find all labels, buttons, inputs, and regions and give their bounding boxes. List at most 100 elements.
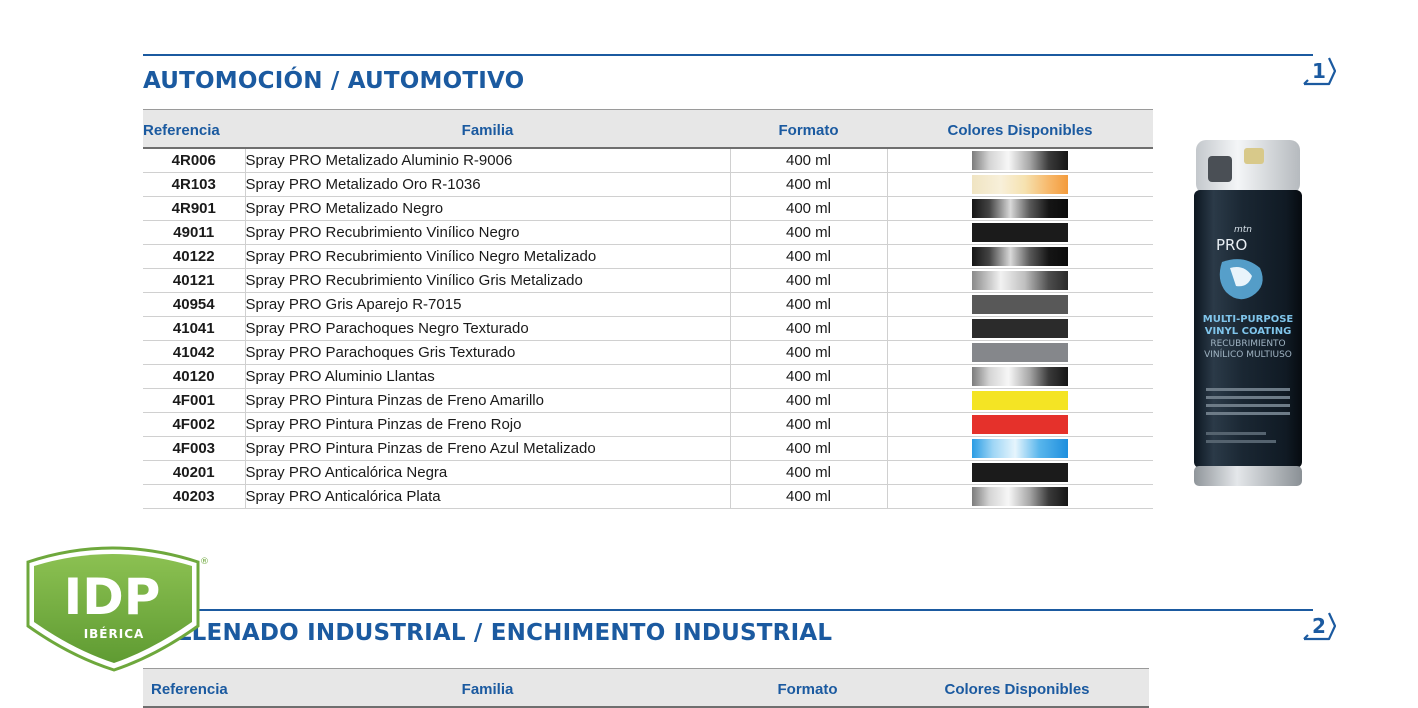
col-header-family: Familia [245, 109, 730, 149]
logo-registered-mark: ® [200, 557, 209, 567]
color-swatch [972, 247, 1069, 266]
color-swatch [972, 343, 1069, 362]
colors-cell [886, 364, 1153, 389]
ref-cell: 49011 [143, 220, 245, 245]
col-header-colors: Colores Disponibles [885, 668, 1149, 708]
col-header-family: Familia [245, 668, 730, 708]
colors-cell [886, 148, 1153, 173]
ref-cell: 4R006 [143, 148, 245, 173]
format-cell: 400 ml [729, 316, 887, 341]
table-body: 4R006 Spray PRO Metalizado Aluminio R-900… [143, 148, 1153, 509]
table-row: 4R901 Spray PRO Metalizado Negro 400 ml [143, 196, 1153, 221]
section-number-badge: 1 [1302, 56, 1336, 86]
ref-cell: 4F003 [143, 436, 245, 461]
format-cell: 400 ml [729, 460, 887, 485]
ref-cell: 4F001 [143, 388, 245, 413]
colors-cell [886, 196, 1153, 221]
format-cell: 400 ml [729, 196, 887, 221]
family-cell: Spray PRO Anticalórica Negra [244, 460, 730, 485]
ref-cell: 40954 [143, 292, 245, 317]
section-number: 1 [1312, 59, 1326, 83]
format-cell: 400 ml [729, 340, 887, 365]
color-swatch [972, 223, 1069, 242]
family-cell: Spray PRO Anticalórica Plata [244, 484, 730, 509]
colors-cell [886, 460, 1153, 485]
section-number-badge: 2 [1302, 611, 1336, 641]
ref-cell: 4F002 [143, 412, 245, 437]
format-cell: 400 ml [729, 436, 887, 461]
color-swatch [972, 319, 1069, 338]
family-cell: Spray PRO Parachoques Gris Texturado [244, 340, 730, 365]
table-row: 4F002 Spray PRO Pintura Pinzas de Freno R… [143, 412, 1153, 437]
family-cell: Spray PRO Metalizado Negro [244, 196, 730, 221]
table-row: 49011 Spray PRO Recubrimiento Vinílico Ne… [143, 220, 1153, 245]
color-swatch [972, 439, 1069, 458]
color-swatch [972, 271, 1069, 290]
col-header-format: Formato [730, 109, 887, 149]
color-swatch [972, 415, 1069, 434]
table-row: 41042 Spray PRO Parachoques Gris Texturad… [143, 340, 1153, 365]
product-table: Referencia Familia Formato Colores Dispo… [143, 668, 1149, 708]
section-title: RELLENADO INDUSTRIAL / ENCHIMENTO INDUST… [143, 620, 833, 646]
col-header-ref: Referencia [143, 109, 245, 149]
colors-cell [886, 172, 1153, 197]
family-cell: Spray PRO Aluminio Llantas [244, 364, 730, 389]
logo-wordmark: IDP [64, 568, 161, 626]
ref-cell: 40201 [143, 460, 245, 485]
col-header-ref: Referencia [143, 668, 245, 708]
ref-cell: 40203 [143, 484, 245, 509]
family-cell: Spray PRO Parachoques Negro Texturado [244, 316, 730, 341]
family-cell: Spray PRO Metalizado Aluminio R-9006 [244, 148, 730, 173]
colors-cell [886, 244, 1153, 269]
format-cell: 400 ml [729, 388, 887, 413]
family-cell: Spray PRO Recubrimiento Vinílico Negro M… [244, 244, 730, 269]
section-number: 2 [1312, 614, 1326, 638]
color-swatch [972, 175, 1069, 194]
format-cell: 400 ml [729, 148, 887, 173]
colors-cell [886, 484, 1153, 509]
format-cell: 400 ml [729, 292, 887, 317]
colors-cell [886, 268, 1153, 293]
logo-subtitle: IBÉRICA [84, 626, 145, 641]
format-cell: 400 ml [729, 172, 887, 197]
table-row: 4F003 Spray PRO Pintura Pinzas de Freno A… [143, 436, 1153, 461]
section-rule [143, 609, 1313, 611]
can-label-2: VINYL COATING [1205, 326, 1292, 337]
format-cell: 400 ml [729, 484, 887, 509]
table-row: 4R006 Spray PRO Metalizado Aluminio R-900… [143, 148, 1153, 173]
table-row: 41041 Spray PRO Parachoques Negro Textura… [143, 316, 1153, 341]
family-cell: Spray PRO Pintura Pinzas de Freno Azul M… [244, 436, 730, 461]
table-header-row: Referencia Familia Formato Colores Dispo… [143, 668, 1149, 708]
ref-cell: 40120 [143, 364, 245, 389]
can-label-3: RECUBRIMIENTO [1210, 339, 1285, 349]
spray-can-image: mtn PRO MULTI-PURPOSE VINYL COATING RECU… [1194, 140, 1302, 486]
section-title: AUTOMOCIÓN / AUTOMOTIVO [143, 68, 525, 94]
colors-cell [886, 412, 1153, 437]
section-rule [143, 54, 1313, 56]
format-cell: 400 ml [729, 412, 887, 437]
colors-cell [886, 436, 1153, 461]
colors-cell [886, 292, 1153, 317]
colors-cell [886, 220, 1153, 245]
colors-cell [886, 340, 1153, 365]
table-row: 40121 Spray PRO Recubrimiento Vinílico Gr… [143, 268, 1153, 293]
family-cell: Spray PRO Recubrimiento Vinílico Negro [244, 220, 730, 245]
color-swatch [972, 367, 1069, 386]
family-cell: Spray PRO Recubrimiento Vinílico Gris Me… [244, 268, 730, 293]
table-row: 4R103 Spray PRO Metalizado Oro R-1036 400 … [143, 172, 1153, 197]
ref-cell: 40122 [143, 244, 245, 269]
can-label-4: VINÍLICO MULTIUSO [1204, 348, 1292, 360]
col-header-format: Formato [730, 668, 885, 708]
family-cell: Spray PRO Pintura Pinzas de Freno Amaril… [244, 388, 730, 413]
family-cell: Spray PRO Metalizado Oro R-1036 [244, 172, 730, 197]
color-swatch [972, 391, 1069, 410]
table-row: 40122 Spray PRO Recubrimiento Vinílico Ne… [143, 244, 1153, 269]
format-cell: 400 ml [729, 220, 887, 245]
format-cell: 400 ml [729, 268, 887, 293]
ref-cell: 4R901 [143, 196, 245, 221]
family-cell: Spray PRO Gris Aparejo R-7015 [244, 292, 730, 317]
colors-cell [886, 388, 1153, 413]
table-header-row: Referencia Familia Formato Colores Dispo… [143, 109, 1153, 149]
ref-cell: 41042 [143, 340, 245, 365]
table-row: 4F001 Spray PRO Pintura Pinzas de Freno A… [143, 388, 1153, 413]
